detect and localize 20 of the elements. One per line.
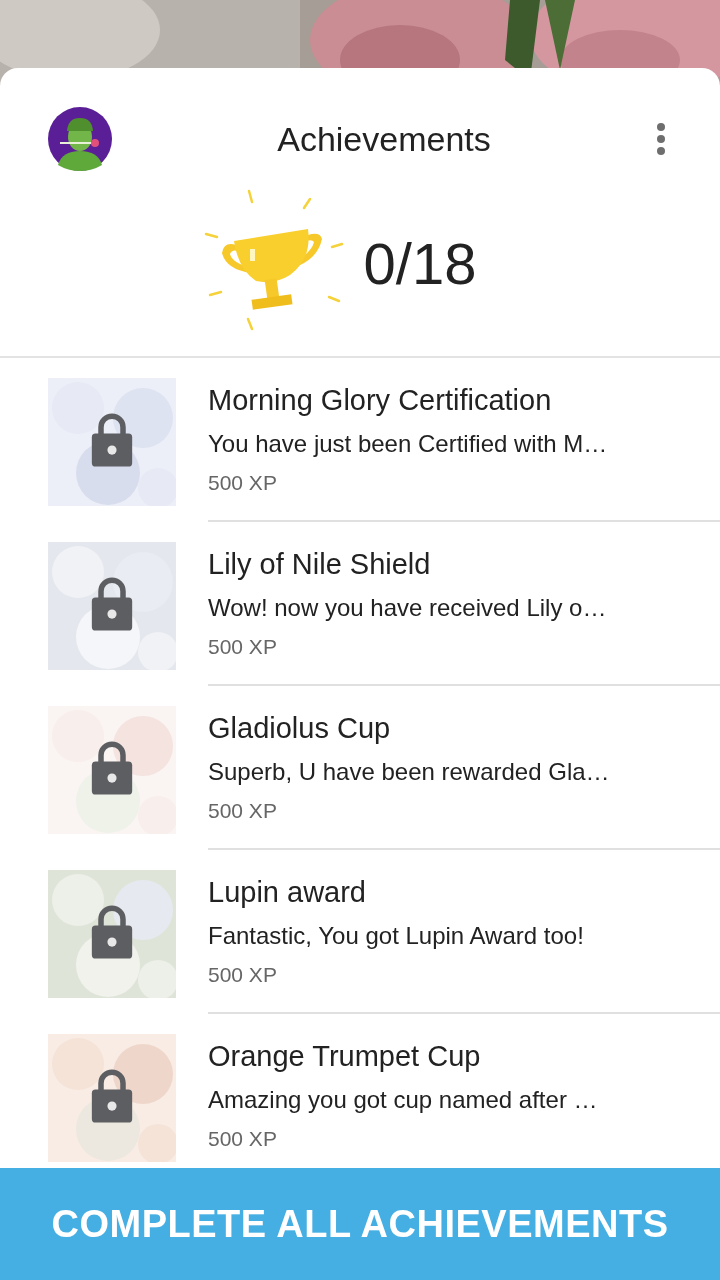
achievement-description: Superb, U have been rewarded Gla… [208, 758, 610, 786]
xp-reward: 500 XP [208, 635, 277, 659]
screen-title: Achievements [276, 119, 492, 159]
achievement-description: Fantastic, You got Lupin Award too! [208, 922, 584, 950]
avatar[interactable] [48, 107, 112, 171]
xp-reward: 500 XP [208, 471, 277, 495]
xp-reward: 500 XP [208, 1127, 277, 1151]
achievement-description: Wow! now you have received Lily o… [208, 594, 607, 622]
achievement-title: Morning Glory Certification [208, 384, 552, 417]
xp-reward: 500 XP [208, 799, 277, 823]
achievement-title: Lily of Nile Shield [208, 548, 431, 581]
banner-text: COMPLETE ALL ACHIEVEMENTS [51, 1202, 669, 1246]
achievement-title: Gladiolus Cup [208, 712, 391, 745]
achievement-description: You have just been Certified with M… [208, 430, 608, 458]
more-options-icon[interactable] [656, 122, 666, 156]
achievement-description: Amazing you got cup named after … [208, 1086, 598, 1114]
achievement-title: Lupin award [208, 876, 366, 909]
achievement-title: Orange Trumpet Cup [208, 1040, 481, 1073]
xp-reward: 500 XP [208, 963, 277, 987]
progress-count: 0/18 [363, 230, 477, 297]
